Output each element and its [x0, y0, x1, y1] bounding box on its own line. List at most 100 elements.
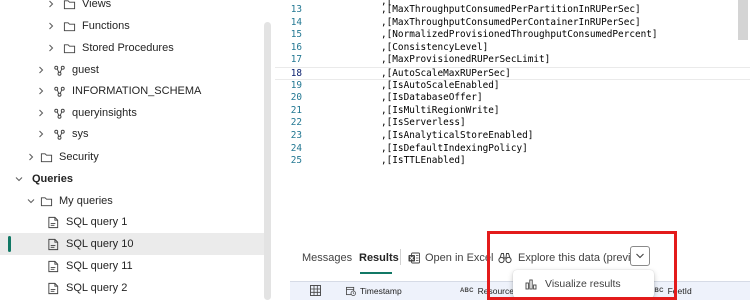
- explore-data-button[interactable]: Explore this data (preview): [498, 250, 648, 266]
- tree-item-label: SQL query 10: [66, 238, 134, 250]
- tree-item-queries[interactable]: Queries: [0, 168, 270, 190]
- code-line: 24 ,[IsDefaultIndexingPolicy]: [275, 143, 750, 156]
- tree-item-sys[interactable]: sys: [0, 123, 270, 145]
- explore-data-label: Explore this data (preview): [518, 252, 649, 264]
- line-number: 23: [290, 130, 302, 141]
- tree-item-label: sys: [72, 128, 89, 140]
- chevron-right-icon[interactable]: [46, 0, 56, 9]
- line-number: 17: [290, 54, 302, 66]
- chevron-right-icon[interactable]: [36, 129, 46, 139]
- schema-icon: [52, 63, 66, 77]
- tree-item-sql-query-11[interactable]: SQL query 11: [0, 255, 270, 277]
- code-line: 23 ,[IsAnalyticalStoreEnabled]: [275, 130, 750, 143]
- chevron-right-icon[interactable]: [46, 43, 56, 53]
- abc-type-icon: ABC: [460, 288, 474, 294]
- code-line: 13 ,[MaxThroughputConsumedPerPartitionIn…: [275, 4, 750, 17]
- column-header-timestamp[interactable]: Timestamp: [346, 286, 402, 296]
- code-line: 25 ,[IsTTLEnabled]: [275, 155, 750, 168]
- sql-query-icon: [46, 237, 60, 251]
- line-number: 24: [290, 142, 302, 154]
- code-text: ,[NormalizedProvisionedThroughputConsume…: [381, 29, 658, 41]
- tab-results[interactable]: Results: [359, 250, 399, 266]
- column-header-label: FeetId: [667, 286, 692, 296]
- tree-item-information-schema[interactable]: INFORMATION_SCHEMA: [0, 80, 270, 102]
- tree-item-sql-query-2[interactable]: SQL query 2: [0, 277, 270, 299]
- code-line: 14 ,[MaxThroughputConsumedPerContainerIn…: [275, 17, 750, 30]
- sql-query-icon: [46, 281, 60, 295]
- code-line: 22 ,[IsServerless]: [275, 117, 750, 130]
- tree-item-queryinsights[interactable]: queryinsights: [0, 102, 270, 124]
- code-line: 16 ,[ConsistencyLevel]: [275, 42, 750, 55]
- editor-scrollbar[interactable]: [738, 0, 748, 40]
- object-explorer-tree: Views Functions Stored Procedures guest …: [0, 0, 275, 300]
- code-text: ,[IsDatabaseOffer]: [381, 92, 483, 104]
- column-header-label: Timestamp: [360, 286, 402, 296]
- bar-chart-icon: [525, 279, 537, 290]
- tree-item-stored-procedures[interactable]: Stored Procedures: [0, 37, 270, 59]
- line-number: 22: [290, 117, 302, 129]
- column-header-resource[interactable]: ABC Resourcel: [460, 286, 516, 296]
- tree-item-label: SQL query 11: [66, 260, 133, 272]
- code-text: ,[IsTTLEnabled]: [381, 155, 466, 167]
- chevron-right-icon[interactable]: [36, 65, 46, 75]
- folder-icon: [62, 41, 76, 55]
- calendar-clock-icon: [346, 286, 356, 296]
- code-text: ,[ConsistencyLevel]: [381, 41, 489, 53]
- tree-item-sql-query-1[interactable]: SQL query 1: [0, 211, 270, 233]
- line-number: 13: [290, 4, 302, 15]
- code-text: ,[IsServerless]: [381, 117, 466, 129]
- tree-item-label: Security: [59, 151, 99, 163]
- tree-item-label: guest: [72, 64, 99, 76]
- tab-messages[interactable]: Messages: [302, 250, 352, 266]
- excel-icon: [408, 252, 420, 264]
- tree-item-label: queryinsights: [72, 107, 137, 119]
- tree-item-sql-query-10[interactable]: SQL query 10: [0, 233, 270, 255]
- code-text: ,[IsAutoScaleEnabled]: [381, 79, 500, 91]
- folder-icon: [39, 150, 53, 164]
- code-line: 20 ,[IsDatabaseOffer]: [275, 92, 750, 105]
- chevron-down-icon: [635, 251, 645, 261]
- chevron-right-icon[interactable]: [26, 152, 36, 162]
- explore-dropdown-button[interactable]: [630, 246, 650, 266]
- toolbar-divider: [400, 249, 401, 265]
- tree-item-security[interactable]: Security: [0, 146, 270, 168]
- menu-item-visualize-results[interactable]: Visualize results: [545, 278, 621, 290]
- code-line: 15 ,[NormalizedProvisionedThroughputCons…: [275, 29, 750, 42]
- tree-item-views[interactable]: Views: [0, 0, 270, 15]
- line-number: 20: [290, 92, 302, 104]
- line-number: 16: [290, 41, 302, 53]
- code-text: ,[IsDefaultIndexingPolicy]: [381, 142, 528, 154]
- sql-query-icon: [46, 259, 60, 273]
- chevron-right-icon[interactable]: [46, 21, 56, 31]
- open-in-excel-button[interactable]: Open in Excel: [408, 250, 493, 266]
- chevron-right-icon[interactable]: [36, 108, 46, 118]
- code-line: 17 ,[MaxProvisionedRUPerSecLimit]: [275, 54, 750, 67]
- column-header-label: Resourcel: [477, 286, 516, 296]
- tree-item-my-queries[interactable]: My queries: [0, 190, 270, 212]
- explore-dropdown-menu: Visualize results: [513, 270, 654, 298]
- tree-scrollbar[interactable]: [264, 22, 271, 300]
- active-tab-indicator: [360, 272, 392, 274]
- line-number: 25: [290, 155, 302, 167]
- column-header-feetid[interactable]: ABC FeetId: [650, 286, 692, 296]
- code-text: ,[IsMultiRegionWrite]: [381, 104, 500, 116]
- tree-item-functions[interactable]: Functions: [0, 15, 270, 37]
- line-number: 19: [290, 79, 302, 91]
- tree-item-label: SQL query 1: [66, 216, 128, 228]
- code-text: ,[IsAnalyticalStoreEnabled]: [381, 130, 534, 141]
- folder-icon: [62, 19, 76, 33]
- line-number: 21: [290, 104, 302, 116]
- tree-item-guest[interactable]: guest: [0, 59, 270, 81]
- chevron-right-icon[interactable]: [36, 86, 46, 96]
- selection-indicator: [8, 236, 11, 252]
- chevron-down-icon[interactable]: [26, 196, 36, 206]
- tree-item-label: Queries: [32, 173, 73, 185]
- tree-item-label: INFORMATION_SCHEMA: [72, 85, 202, 97]
- code-line: 19 ,[IsAutoScaleEnabled]: [275, 80, 750, 93]
- binoculars-icon: [498, 252, 512, 264]
- tree-item-label: Functions: [82, 20, 130, 32]
- table-icon[interactable]: [310, 285, 321, 296]
- sql-editor[interactable]: ,[ 13 ,[MaxThroughputConsumedPerPartitio…: [275, 0, 750, 232]
- chevron-down-icon[interactable]: [14, 174, 24, 184]
- code-text: ,[MaxThroughputConsumedPerPartitionInRUP…: [381, 4, 641, 15]
